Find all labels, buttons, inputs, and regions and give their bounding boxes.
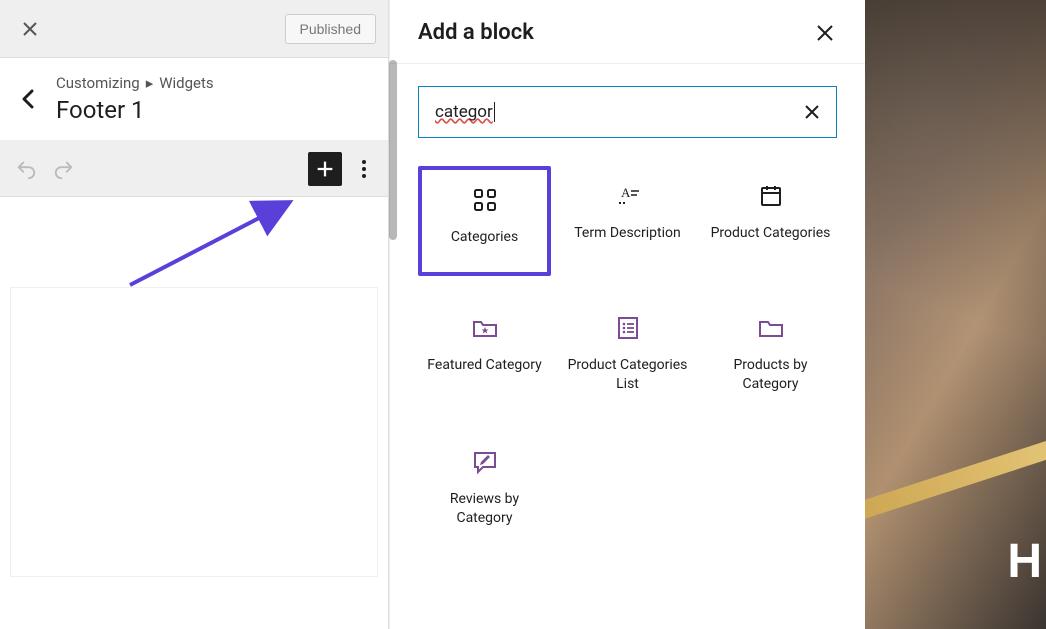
block-label: Featured Category bbox=[427, 356, 541, 375]
block-item-products-by-category[interactable]: Products by Category bbox=[704, 298, 837, 410]
block-item-reviews-by-category[interactable]: Reviews by Category bbox=[418, 432, 551, 544]
text-a-icon: A bbox=[615, 182, 641, 210]
clear-search-button[interactable] bbox=[804, 104, 820, 120]
block-item-categories[interactable]: Categories bbox=[418, 166, 551, 276]
preview-decoration bbox=[865, 431, 1046, 528]
empty-widget-block[interactable] bbox=[10, 287, 378, 577]
more-options-button[interactable] bbox=[352, 160, 376, 178]
site-preview-background: H bbox=[865, 0, 1046, 629]
svg-text:A: A bbox=[621, 185, 631, 200]
block-label: Reviews by Category bbox=[424, 490, 545, 528]
breadcrumb-separator: ▸ bbox=[146, 74, 154, 92]
add-block-button[interactable] bbox=[308, 152, 342, 186]
close-icon bbox=[804, 104, 820, 120]
search-value-text: categor bbox=[435, 102, 493, 122]
block-label: Products by Category bbox=[710, 356, 831, 394]
block-label: Product Categories List bbox=[567, 356, 688, 394]
breadcrumb-prefix: Customizing bbox=[56, 74, 140, 92]
block-label: Categories bbox=[451, 228, 518, 247]
search-wrap: categor bbox=[390, 64, 865, 148]
editor-toolbar bbox=[0, 141, 388, 197]
close-icon bbox=[22, 21, 38, 37]
sidebar-header: Customizing ▸ Widgets Footer 1 bbox=[0, 58, 388, 141]
back-button[interactable] bbox=[16, 87, 40, 111]
plus-icon bbox=[314, 158, 336, 180]
block-label: Product Categories bbox=[711, 224, 831, 243]
block-item-featured-category[interactable]: Featured Category bbox=[418, 298, 551, 410]
close-icon bbox=[816, 24, 834, 42]
breadcrumb-area: Customizing ▸ Widgets Footer 1 bbox=[56, 74, 368, 124]
sidebar-topbar: Published bbox=[0, 0, 388, 58]
breadcrumb-section: Widgets bbox=[159, 74, 213, 92]
chevron-left-icon bbox=[21, 89, 35, 109]
blocks-grid: Categories A Term Description Product Categ… bbox=[390, 148, 865, 562]
block-search-box[interactable]: categor bbox=[418, 86, 837, 138]
panel-title: Add a block bbox=[418, 20, 534, 45]
block-item-product-categories[interactable]: Product Categories bbox=[704, 166, 837, 276]
search-input[interactable]: categor bbox=[435, 102, 804, 123]
grid-icon bbox=[472, 186, 498, 214]
breadcrumb: Customizing ▸ Widgets bbox=[56, 74, 368, 92]
block-label: Term Description bbox=[574, 224, 680, 243]
scrollbar-thumb[interactable] bbox=[389, 60, 397, 240]
close-panel-button[interactable] bbox=[813, 21, 837, 45]
redo-icon bbox=[53, 158, 75, 180]
widget-content-area bbox=[0, 197, 388, 629]
folder-icon bbox=[757, 314, 785, 342]
undo-icon bbox=[15, 158, 37, 180]
list-box-icon bbox=[616, 314, 640, 342]
customizer-sidebar: Published Customizing ▸ Widgets Footer 1 bbox=[0, 0, 389, 629]
folder-star-icon bbox=[471, 314, 499, 342]
undo-button[interactable] bbox=[12, 155, 40, 183]
published-button[interactable]: Published bbox=[285, 14, 377, 44]
panel-header: Add a block bbox=[390, 0, 865, 64]
block-item-term-description[interactable]: A Term Description bbox=[561, 166, 694, 276]
section-title: Footer 1 bbox=[56, 96, 368, 124]
text-caret bbox=[494, 102, 495, 122]
redo-button[interactable] bbox=[50, 155, 78, 183]
calendar-icon bbox=[758, 182, 784, 210]
preview-letter: H bbox=[1007, 534, 1042, 589]
chat-pencil-icon bbox=[471, 448, 499, 476]
close-customizer-button[interactable] bbox=[12, 11, 48, 47]
block-item-product-categories-list[interactable]: Product Categories List bbox=[561, 298, 694, 410]
add-block-panel: Add a block categor Categories A Term Desc… bbox=[389, 0, 865, 629]
